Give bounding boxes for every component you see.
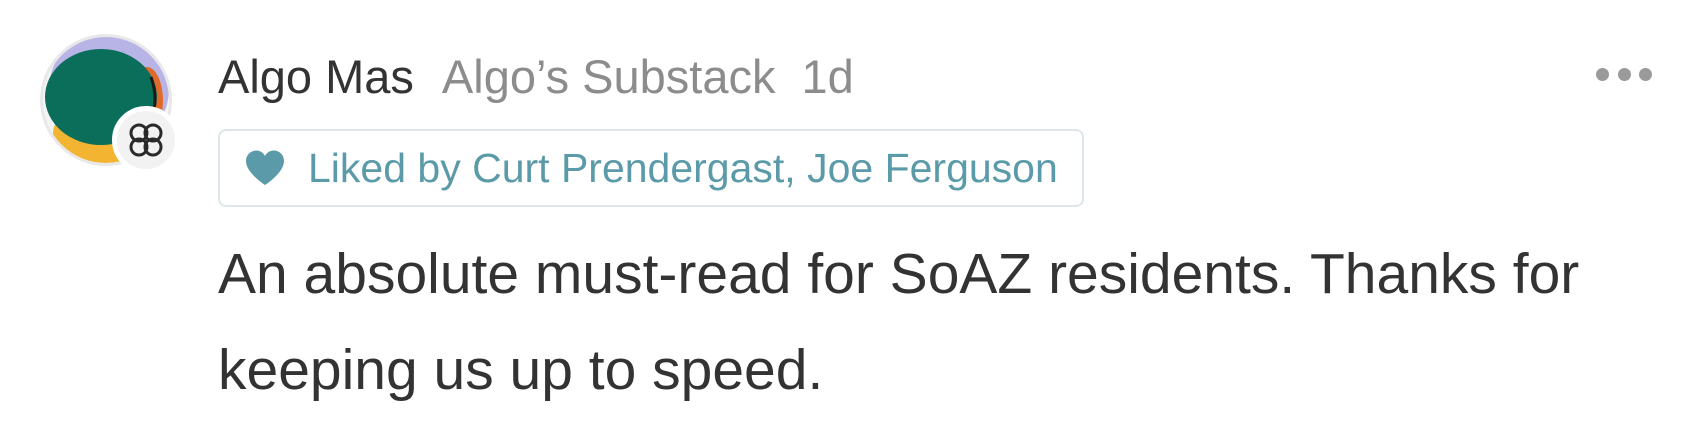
publication-badge-icon[interactable] <box>112 106 180 174</box>
more-options-button[interactable] <box>1596 58 1652 90</box>
more-horizontal-icon-dot <box>1639 67 1652 81</box>
more-horizontal-icon <box>1596 67 1609 81</box>
liked-by-pill[interactable]: Liked by Curt Prendergast, Joe Ferguson <box>218 129 1084 207</box>
author-avatar-group[interactable] <box>40 34 180 174</box>
liked-by-label: Liked by Curt Prendergast, Joe Ferguson <box>308 144 1058 191</box>
timestamp[interactable]: 1d <box>801 49 853 104</box>
heart-icon <box>246 150 284 185</box>
comment-body-text: An absolute must-read for SoAZ residents… <box>218 242 1580 402</box>
substack-logo-icon <box>129 123 163 157</box>
more-horizontal-icon-dot <box>1617 67 1631 81</box>
comment-header: Algo Mas Algo’s Substack 1d <box>218 44 854 108</box>
author-name[interactable]: Algo Mas <box>218 49 414 104</box>
publication-name[interactable]: Algo’s Substack <box>442 49 776 104</box>
